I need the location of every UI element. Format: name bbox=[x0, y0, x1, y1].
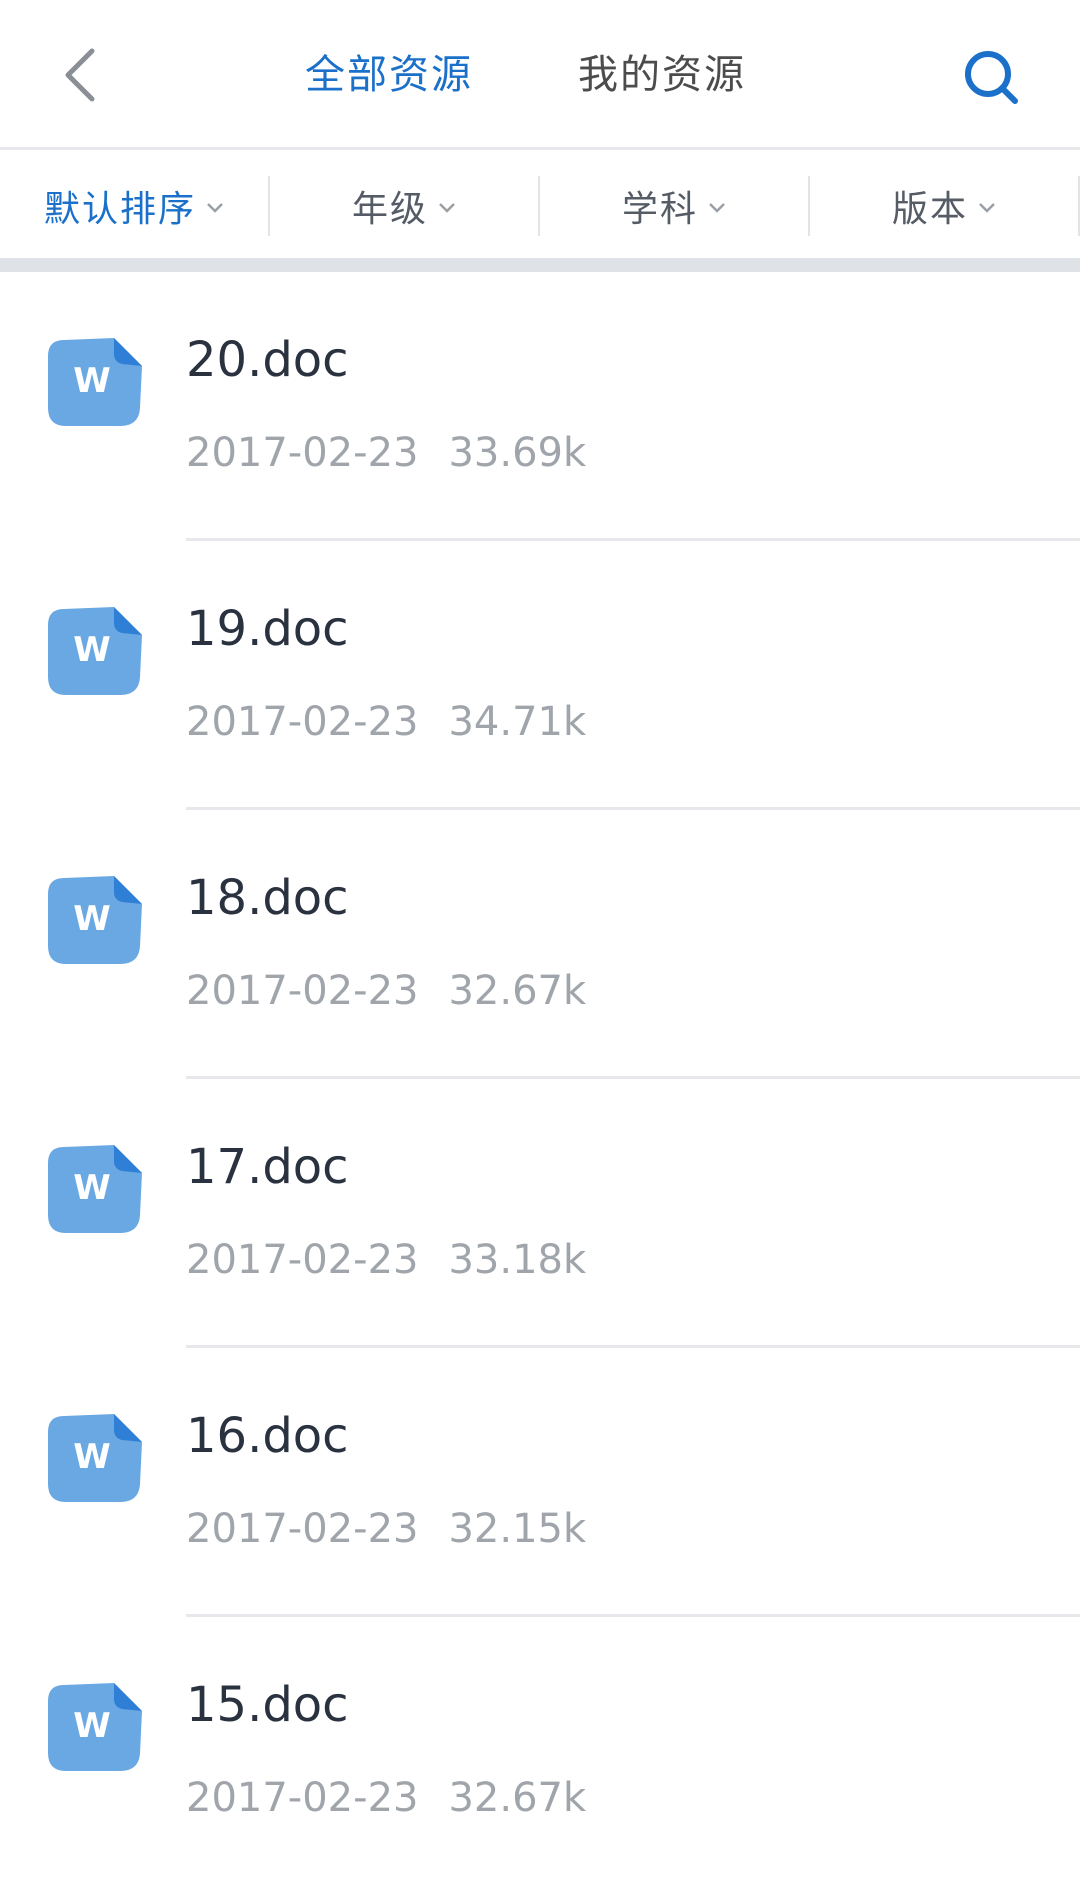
file-meta: 2017-02-23 33.18k bbox=[186, 1235, 586, 1285]
svg-text:W: W bbox=[73, 1168, 111, 1208]
file-name: 20.doc bbox=[186, 332, 349, 388]
filter-label: 学科 bbox=[621, 188, 698, 230]
filter-label: 默认排序 bbox=[43, 188, 196, 230]
file-size: 32.15k bbox=[448, 1506, 587, 1552]
word-document-icon: W bbox=[48, 1145, 142, 1233]
search-button[interactable] bbox=[956, 42, 1026, 112]
filter-label: 版本 bbox=[891, 188, 968, 230]
chevron-left-icon bbox=[65, 48, 95, 102]
word-document-icon: W bbox=[48, 338, 142, 426]
file-name: 15.doc bbox=[186, 1677, 349, 1733]
filter-edition[interactable]: 版本 bbox=[810, 175, 1080, 236]
svg-text:W: W bbox=[73, 1706, 111, 1746]
file-list: W 20.doc 2017-02-23 33.69k W 19.doc 2017-… bbox=[0, 272, 1080, 1886]
top-bar: 全部资源 我的资源 bbox=[0, 0, 1080, 150]
file-size: 33.18k bbox=[448, 1237, 587, 1283]
filter-label: 年级 bbox=[351, 188, 428, 230]
svg-text:W: W bbox=[73, 630, 111, 670]
file-date: 2017-02-23 bbox=[186, 1775, 419, 1821]
file-meta: 2017-02-23 34.71k bbox=[186, 697, 586, 747]
word-document-icon: W bbox=[48, 607, 142, 695]
chevron-down-icon bbox=[979, 202, 995, 213]
list-item[interactable]: W 16.doc 2017-02-23 32.15k bbox=[0, 1348, 1080, 1617]
file-name: 19.doc bbox=[186, 601, 349, 657]
file-meta: 2017-02-23 32.67k bbox=[186, 966, 586, 1016]
tab-my-resources[interactable]: 我的资源 bbox=[578, 40, 746, 110]
list-item[interactable]: W 18.doc 2017-02-23 32.67k bbox=[0, 810, 1080, 1079]
word-document-icon: W bbox=[48, 1683, 142, 1771]
file-date: 2017-02-23 bbox=[186, 1506, 419, 1552]
tab-all-resources[interactable]: 全部资源 bbox=[305, 40, 473, 110]
filter-sort-default[interactable]: 默认排序 bbox=[0, 175, 270, 236]
file-size: 34.71k bbox=[448, 699, 587, 745]
file-name: 18.doc bbox=[186, 870, 349, 926]
list-item[interactable]: W 19.doc 2017-02-23 34.71k bbox=[0, 541, 1080, 810]
file-meta: 2017-02-23 33.69k bbox=[186, 428, 586, 478]
filter-subject[interactable]: 学科 bbox=[540, 175, 810, 236]
search-icon bbox=[965, 51, 1018, 104]
file-size: 32.67k bbox=[448, 968, 587, 1014]
file-size: 33.69k bbox=[448, 430, 587, 476]
file-date: 2017-02-23 bbox=[186, 1237, 419, 1283]
word-document-icon: W bbox=[48, 876, 142, 964]
svg-text:W: W bbox=[73, 361, 111, 401]
file-date: 2017-02-23 bbox=[186, 699, 419, 745]
resource-tabs: 全部资源 我的资源 bbox=[305, 40, 746, 110]
file-meta: 2017-02-23 32.67k bbox=[186, 1773, 586, 1823]
filter-bar: 默认排序 年级 学科 版本 bbox=[0, 153, 1080, 258]
filter-grade[interactable]: 年级 bbox=[270, 175, 540, 236]
list-item[interactable]: W 20.doc 2017-02-23 33.69k bbox=[0, 272, 1080, 541]
chevron-down-icon bbox=[709, 202, 725, 213]
file-date: 2017-02-23 bbox=[186, 968, 419, 1014]
list-item[interactable]: W 17.doc 2017-02-23 33.18k bbox=[0, 1079, 1080, 1348]
file-name: 16.doc bbox=[186, 1408, 349, 1464]
back-button[interactable] bbox=[40, 35, 120, 115]
file-size: 32.67k bbox=[448, 1775, 587, 1821]
svg-text:W: W bbox=[73, 899, 111, 939]
chevron-down-icon bbox=[439, 202, 455, 213]
file-name: 17.doc bbox=[186, 1139, 349, 1195]
chevron-down-icon bbox=[207, 202, 223, 213]
svg-text:W: W bbox=[73, 1437, 111, 1477]
section-separator bbox=[0, 258, 1080, 272]
list-item[interactable]: W 15.doc 2017-02-23 32.67k bbox=[0, 1617, 1080, 1886]
word-document-icon: W bbox=[48, 1414, 142, 1502]
file-date: 2017-02-23 bbox=[186, 430, 419, 476]
file-meta: 2017-02-23 32.15k bbox=[186, 1504, 586, 1554]
